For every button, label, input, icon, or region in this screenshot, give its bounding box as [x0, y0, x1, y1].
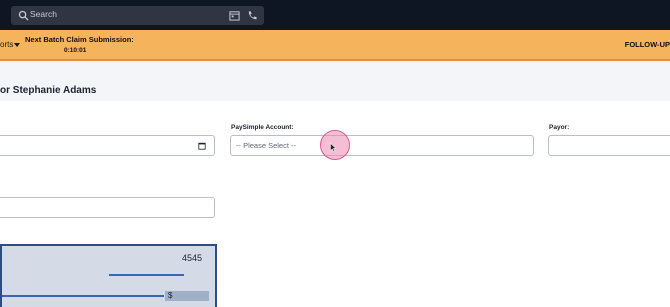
page-header: or Stephanie Adams — [0, 63, 670, 101]
chevron-down-icon — [14, 42, 21, 47]
top-navbar: Search — [0, 0, 670, 30]
check-number: 4545 — [182, 253, 203, 263]
check-image: 4545 $ — [0, 244, 217, 307]
reports-label: orts — [0, 40, 14, 49]
date-field[interactable] — [0, 135, 215, 156]
search-bar[interactable]: Search — [11, 6, 264, 25]
batch-submission-title: Next Batch Claim Submission: — [25, 35, 134, 44]
followup-menu[interactable]: FOLLOW-UP — [625, 40, 670, 49]
check-date-line — [109, 274, 184, 276]
calendar-icon[interactable] — [198, 142, 206, 150]
check-amount-box: $ — [165, 291, 209, 301]
check-payee-line — [2, 295, 164, 297]
paysimple-account-select[interactable]: -- Please Select -- — [230, 135, 534, 156]
mouse-cursor-icon — [330, 143, 337, 152]
phone-icon[interactable] — [247, 10, 258, 21]
search-input[interactable]: Search — [30, 9, 57, 19]
payor-field[interactable] — [548, 135, 670, 156]
memo-field[interactable] — [0, 197, 215, 218]
paysimple-account-label: PaySimple Account: — [231, 124, 294, 131]
dollar-sign: $ — [168, 291, 173, 300]
reports-menu[interactable]: orts — [0, 40, 21, 49]
search-icon — [18, 10, 29, 21]
page-title: or Stephanie Adams — [0, 85, 97, 96]
calendar-icon[interactable] — [229, 10, 240, 21]
payor-label: Payor: — [549, 124, 570, 131]
paysimple-account-value: -- Please Select -- — [236, 141, 297, 150]
batch-submission-timer: 0:10:01 — [64, 47, 87, 54]
batch-submission-bar: orts Next Batch Claim Submission: 0:10:0… — [0, 30, 670, 61]
